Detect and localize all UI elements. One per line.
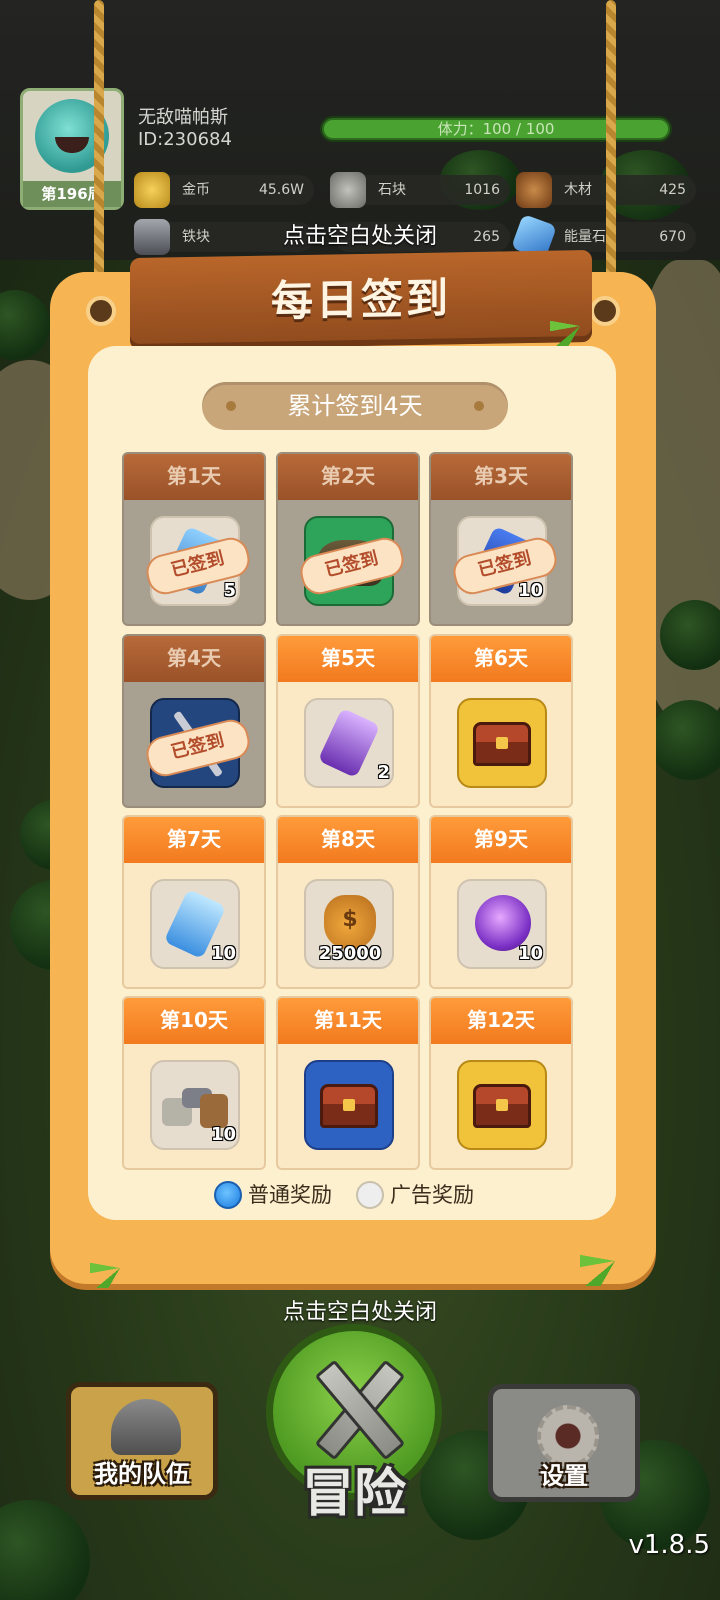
- day-card-1[interactable]: 第1天 5 已签到: [122, 452, 266, 626]
- day-card-12[interactable]: 第12天: [429, 996, 573, 1170]
- grass-decoration: [90, 1248, 150, 1288]
- day-card-10[interactable]: 第10天 10: [122, 996, 266, 1170]
- grass-decoration: [550, 306, 610, 346]
- version-label: v1.8.5: [628, 1530, 710, 1560]
- title-plank: 每日签到: [130, 249, 592, 351]
- day-card-4[interactable]: 第4天 已签到: [122, 634, 266, 808]
- blue-chest-icon: [304, 1060, 394, 1150]
- player-rank-badge: 第196周: [23, 181, 121, 207]
- stamina-bar: 体力：100 / 100: [320, 116, 672, 142]
- my-team-button[interactable]: 我的队伍: [66, 1382, 218, 1500]
- day-card-11[interactable]: 第11天: [276, 996, 420, 1170]
- wood-icon: [516, 172, 552, 208]
- resource-stone: 石块 1016: [330, 172, 510, 208]
- adventure-button[interactable]: 冒险: [266, 1324, 442, 1524]
- viking-helmet-icon: [111, 1399, 181, 1455]
- day-card-3[interactable]: 第3天 10 已签到: [429, 452, 573, 626]
- day-card-5[interactable]: 第5天 2: [276, 634, 420, 808]
- hanging-rope-right: [606, 0, 616, 310]
- player-id: ID:230684: [138, 129, 232, 150]
- resource-gold: 金币 45.6W: [134, 172, 314, 208]
- day-card-9[interactable]: 第9天 10: [429, 815, 573, 989]
- close-hint-bottom[interactable]: 点击空白处关闭: [0, 1294, 720, 1326]
- day-card-6[interactable]: 第6天: [429, 634, 573, 808]
- hanging-rope-left: [94, 0, 104, 310]
- radio-unselected-icon: [356, 1181, 384, 1209]
- day-card-7[interactable]: 第7天 10: [122, 815, 266, 989]
- gold-coins-icon: [134, 172, 170, 208]
- gold-chest-icon: [457, 1060, 547, 1150]
- grass-decoration: [580, 1236, 650, 1286]
- day-card-2[interactable]: 第2天 已签到: [276, 452, 420, 626]
- player-name: 无敌喵帕斯: [138, 107, 228, 128]
- day-card-8[interactable]: 第8天 25000: [276, 815, 420, 989]
- gold-chest-icon: [457, 698, 547, 788]
- radio-selected-icon: [214, 1181, 242, 1209]
- stamina-label: 体力：100 / 100: [437, 120, 555, 138]
- dialog-title: 每日签到: [270, 273, 451, 326]
- settings-button[interactable]: 设置: [488, 1384, 640, 1502]
- streak-banner: 累计签到4天: [202, 382, 508, 430]
- streak-label: 累计签到4天: [287, 392, 423, 420]
- stone-icon: [330, 172, 366, 208]
- player-avatar[interactable]: 第196周: [20, 88, 124, 210]
